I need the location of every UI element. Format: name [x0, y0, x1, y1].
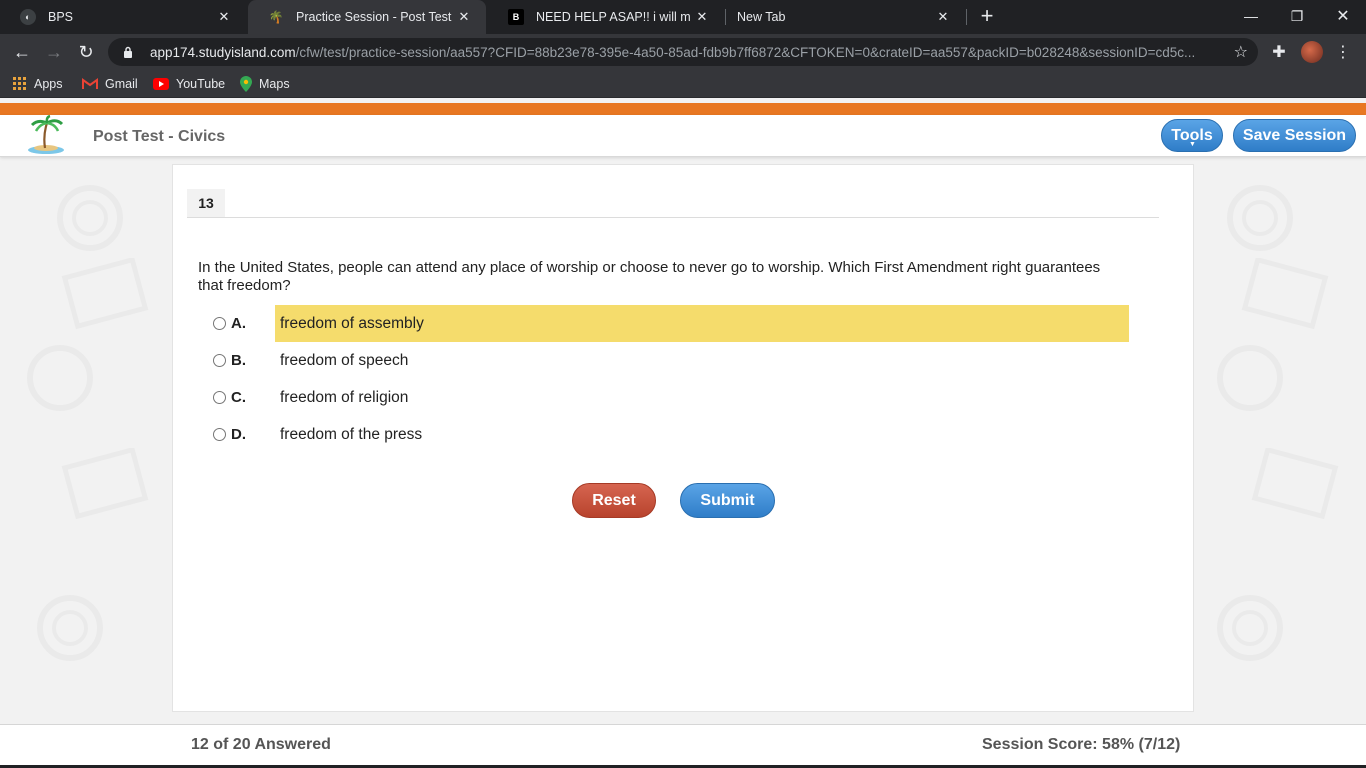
bookmark-maps[interactable]: Maps	[240, 74, 290, 94]
back-arrow-icon[interactable]: ←	[10, 40, 34, 64]
choice-letter: A.	[231, 315, 246, 332]
address-bar[interactable]: app174.studyisland.com/cfw/test/practice…	[108, 38, 1258, 66]
restore-window-icon[interactable]: ❐	[1274, 0, 1320, 32]
bookmark-star-icon[interactable]: ☆	[1234, 42, 1248, 62]
palm-tree-favicon-icon: 🌴	[268, 10, 284, 24]
choice-text[interactable]: freedom of the press	[275, 416, 1129, 453]
tab-new-tab[interactable]: New Tab ✕	[717, 0, 965, 34]
profile-avatar[interactable]	[1301, 41, 1323, 63]
certificate-icon	[61, 448, 149, 520]
tab-practice-session[interactable]: 🌴 Practice Session - Post Test - Civics …	[248, 0, 486, 34]
question-text: In the United States, people can attend …	[198, 259, 1101, 294]
brand-strip	[0, 103, 1366, 115]
choice-letter: C.	[231, 389, 246, 406]
choice-letter: D.	[231, 426, 246, 443]
minimize-icon[interactable]: —	[1228, 0, 1274, 32]
bookmark-gmail[interactable]: Gmail	[82, 74, 138, 94]
study-island-logo-icon	[24, 114, 68, 155]
radio-button-a[interactable]	[213, 317, 226, 330]
close-tab-icon[interactable]: ✕	[931, 9, 955, 25]
answered-count: 12 of 20 Answered	[191, 736, 331, 753]
close-tab-icon[interactable]: ✕	[452, 9, 476, 25]
award-badge-icon	[27, 345, 93, 411]
radio-button-d[interactable]	[213, 428, 226, 441]
tab-title: BPS	[48, 10, 74, 24]
answer-choice-c[interactable]: C. freedom of religion	[207, 379, 1129, 416]
certificate-icon	[1241, 258, 1329, 330]
bookmark-youtube[interactable]: YouTube	[153, 74, 225, 94]
submit-button[interactable]: Submit	[680, 483, 775, 518]
tab-title: Practice Session - Post Test - Civics	[296, 10, 452, 24]
bps-favicon-icon: ◐	[20, 9, 36, 25]
apps-grid-icon	[13, 77, 27, 91]
answer-choice-b[interactable]: B. freedom of speech	[207, 342, 1129, 379]
url-host: app174.studyisland.com	[150, 44, 296, 60]
choice-letter: B.	[231, 352, 246, 369]
close-tab-icon[interactable]: ✕	[690, 9, 714, 25]
answer-choice-a[interactable]: A. freedom of assembly	[207, 305, 1129, 342]
gmail-icon	[82, 78, 98, 90]
lock-icon	[120, 46, 136, 58]
choice-text[interactable]: freedom of religion	[275, 379, 1129, 416]
award-badge-icon	[1217, 595, 1283, 661]
bookmark-label: Gmail	[105, 77, 138, 91]
save-session-label: Save Session	[1242, 126, 1347, 144]
tab-title: New Tab	[737, 10, 786, 24]
choice-text[interactable]: freedom of assembly	[275, 305, 1129, 342]
save-session-button[interactable]: Save Session	[1233, 119, 1356, 152]
divider	[187, 217, 1159, 218]
radio-button-b[interactable]	[213, 354, 226, 367]
maps-icon	[240, 76, 252, 92]
reset-button[interactable]: Reset	[572, 483, 656, 518]
tab-separator	[966, 9, 967, 25]
certificate-icon	[61, 258, 149, 330]
youtube-icon	[153, 78, 169, 90]
caret-down-icon: ▼	[1189, 141, 1196, 148]
tab-title: NEED HELP ASAP!! i will mark brainliest	[536, 10, 690, 24]
question-number: 13	[187, 189, 225, 217]
award-badge-icon	[1217, 345, 1283, 411]
reload-icon[interactable]: ↻	[74, 40, 98, 64]
new-tab-plus-icon[interactable]: +	[976, 5, 998, 27]
tab-bps[interactable]: ◐ BPS ✕	[0, 0, 246, 34]
url-path: /cfw/test/practice-session/aa557?CFID=88…	[295, 44, 1196, 60]
bookmark-label: YouTube	[176, 77, 226, 91]
session-score: Session Score: 58% (7/12)	[982, 736, 1181, 753]
tab-brainly[interactable]: B NEED HELP ASAP!! i will mark brainlies…	[488, 0, 724, 34]
forward-arrow-icon[interactable]: →	[42, 40, 66, 64]
choice-text[interactable]: freedom of speech	[275, 342, 1129, 379]
close-window-icon[interactable]: ✕	[1320, 0, 1366, 32]
certificate-icon	[1251, 448, 1339, 520]
session-footer: 12 of 20 Answered Session Score: 58% (7/…	[0, 724, 1366, 768]
app-header: Post Test - Civics Tools ▼ Save Session	[0, 114, 1366, 157]
brainly-favicon-icon: B	[508, 9, 524, 25]
radio-button-c[interactable]	[213, 391, 226, 404]
award-badge-icon	[37, 595, 103, 661]
bookmark-apps[interactable]: Apps	[13, 74, 63, 94]
bookmark-label: Maps	[259, 77, 290, 91]
tools-button[interactable]: Tools ▼	[1161, 119, 1223, 152]
browser-tab-bar: ◐ BPS ✕ 🌴 Practice Session - Post Test -…	[0, 0, 1366, 34]
chrome-menu-icon[interactable]: ⋮	[1332, 41, 1354, 63]
bookmarks-bar: Apps Gmail YouTube Maps	[0, 70, 1366, 98]
browser-toolbar: ← → ↻ app174.studyisland.com/cfw/test/pr…	[0, 34, 1366, 70]
answer-choice-d[interactable]: D. freedom of the press	[207, 416, 1129, 453]
award-badge-icon	[1227, 185, 1293, 251]
close-tab-icon[interactable]: ✕	[212, 9, 236, 25]
extensions-puzzle-icon[interactable]: ✚	[1268, 41, 1290, 63]
award-badge-icon	[57, 185, 123, 251]
bookmark-label: Apps	[34, 77, 63, 91]
page-title: Post Test - Civics	[93, 128, 226, 145]
question-card: 13 In the United States, people can atte…	[172, 164, 1194, 712]
url-text: app174.studyisland.com/cfw/test/practice…	[150, 45, 1230, 60]
